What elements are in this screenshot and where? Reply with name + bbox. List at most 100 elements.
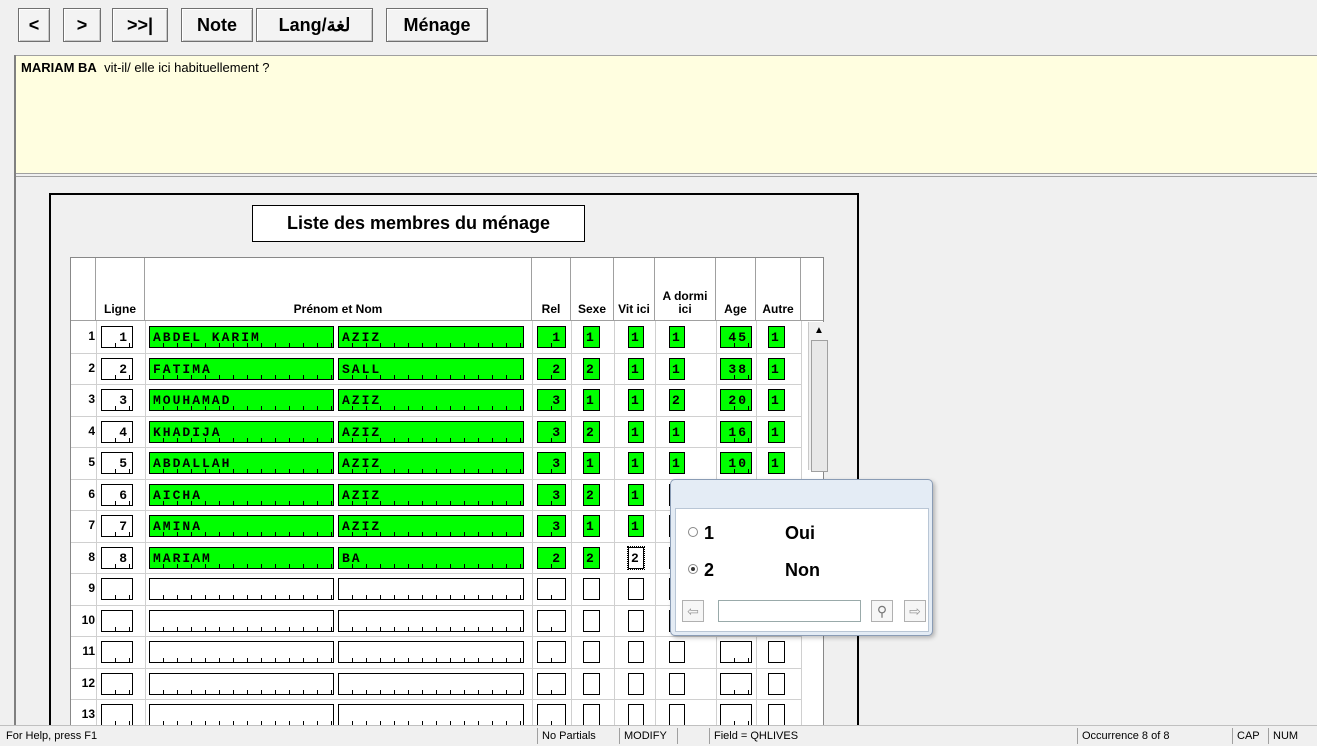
rel-field[interactable]: [537, 641, 566, 663]
nom-field[interactable]: [338, 704, 524, 726]
sexe-field[interactable]: [583, 578, 600, 600]
sexe-field[interactable]: [583, 704, 600, 726]
radio-icon[interactable]: [688, 527, 698, 538]
nom-field[interactable]: AZIZ: [338, 420, 524, 443]
rel-field[interactable]: [537, 704, 566, 726]
dormi-ici-field[interactable]: 1: [669, 357, 685, 380]
sexe-field[interactable]: [583, 609, 600, 632]
vit-ici-field[interactable]: [628, 609, 644, 632]
rel-field[interactable]: [537, 672, 566, 695]
prenom-field[interactable]: MOUHAMAD: [149, 389, 334, 411]
vit-ici-field[interactable]: [628, 704, 644, 726]
vit-ici-field[interactable]: [628, 672, 644, 695]
ligne-field[interactable]: 4: [101, 420, 133, 443]
vit-ici-field[interactable]: 1: [628, 483, 644, 506]
ligne-field[interactable]: [101, 672, 133, 695]
rel-field[interactable]: 3: [537, 389, 566, 411]
ligne-field[interactable]: [101, 609, 133, 632]
dormi-ici-field[interactable]: 2: [669, 389, 685, 411]
sexe-field[interactable]: 2: [583, 420, 600, 443]
sexe-field[interactable]: 2: [583, 357, 600, 380]
age-field[interactable]: 38: [720, 357, 752, 380]
sexe-field[interactable]: 1: [583, 515, 600, 537]
sexe-field[interactable]: [583, 672, 600, 695]
vit-ici-field[interactable]: 1: [628, 452, 644, 474]
dormi-ici-field[interactable]: [669, 672, 685, 695]
scroll-thumb[interactable]: [811, 340, 828, 472]
scroll-up-icon[interactable]: ▲: [811, 324, 827, 338]
dormi-ici-field[interactable]: 1: [669, 420, 685, 443]
autre-field[interactable]: [768, 672, 785, 695]
ligne-field[interactable]: 1: [101, 326, 133, 348]
nom-field[interactable]: [338, 641, 524, 663]
rel-field[interactable]: 2: [537, 357, 566, 380]
vit-ici-field[interactable]: [628, 641, 644, 663]
menage-button[interactable]: Ménage: [386, 8, 488, 42]
autre-field[interactable]: 1: [768, 326, 785, 348]
ligne-field[interactable]: 6: [101, 483, 133, 506]
dormi-ici-field[interactable]: [669, 641, 685, 663]
dormi-ici-field[interactable]: 1: [669, 326, 685, 348]
note-button[interactable]: Note: [181, 8, 253, 42]
age-field[interactable]: 16: [720, 420, 752, 443]
nom-field[interactable]: [338, 578, 524, 600]
sexe-field[interactable]: 1: [583, 452, 600, 474]
prenom-field[interactable]: [149, 672, 334, 695]
rel-field[interactable]: 3: [537, 420, 566, 443]
sexe-field[interactable]: 1: [583, 389, 600, 411]
vit-ici-field[interactable]: 1: [628, 326, 644, 348]
prenom-field[interactable]: [149, 641, 334, 663]
popup-back-icon[interactable]: ⇦: [682, 600, 704, 622]
vit-ici-field[interactable]: 2: [627, 545, 645, 570]
prenom-field[interactable]: AMINA: [149, 515, 334, 537]
sexe-field[interactable]: 2: [583, 483, 600, 506]
nom-field[interactable]: AZIZ: [338, 389, 524, 411]
autre-field[interactable]: 1: [768, 357, 785, 380]
autre-field[interactable]: 1: [768, 452, 785, 474]
rel-field[interactable]: 2: [537, 546, 566, 569]
autre-field[interactable]: [768, 704, 785, 726]
option-non[interactable]: 2 Non: [688, 560, 820, 581]
autre-field[interactable]: 1: [768, 420, 785, 443]
age-field[interactable]: [720, 704, 752, 726]
language-button[interactable]: Lang/لغة: [256, 8, 373, 42]
radio-selected-icon[interactable]: [688, 564, 698, 575]
prenom-field[interactable]: ABDALLAH: [149, 452, 334, 474]
prenom-field[interactable]: [149, 578, 334, 600]
vit-ici-field[interactable]: 1: [628, 389, 644, 411]
autre-field[interactable]: 1: [768, 389, 785, 411]
prenom-field[interactable]: [149, 704, 334, 726]
nom-field[interactable]: SALL: [338, 357, 524, 380]
nom-field[interactable]: [338, 672, 524, 695]
prenom-field[interactable]: [149, 609, 334, 632]
last-button[interactable]: >>|: [112, 8, 168, 42]
vit-ici-field[interactable]: 1: [628, 357, 644, 380]
nom-field[interactable]: AZIZ: [338, 452, 524, 474]
age-field[interactable]: 45: [720, 326, 752, 348]
prenom-field[interactable]: AICHA: [149, 483, 334, 506]
sexe-field[interactable]: 1: [583, 326, 600, 348]
nom-field[interactable]: AZIZ: [338, 483, 524, 506]
vit-ici-field[interactable]: 1: [628, 515, 644, 537]
ligne-field[interactable]: [101, 641, 133, 663]
autre-field[interactable]: [768, 641, 785, 663]
rel-field[interactable]: 1: [537, 326, 566, 348]
previous-button[interactable]: <: [18, 8, 50, 42]
next-button[interactable]: >: [63, 8, 101, 42]
ligne-field[interactable]: 3: [101, 389, 133, 411]
rel-field[interactable]: 3: [537, 452, 566, 474]
rel-field[interactable]: [537, 609, 566, 632]
vit-ici-field[interactable]: 1: [628, 420, 644, 443]
ligne-field[interactable]: [101, 578, 133, 600]
age-field[interactable]: 20: [720, 389, 752, 411]
ligne-field[interactable]: 5: [101, 452, 133, 474]
prenom-field[interactable]: FATIMA: [149, 357, 334, 380]
popup-forward-icon[interactable]: ⇨: [904, 600, 926, 622]
age-field[interactable]: 10: [720, 452, 752, 474]
prenom-field[interactable]: KHADIJA: [149, 420, 334, 443]
prenom-field[interactable]: ABDEL KARIM: [149, 326, 334, 348]
rel-field[interactable]: 3: [537, 515, 566, 537]
nom-field[interactable]: BA: [338, 546, 524, 569]
option-oui[interactable]: 1 Oui: [688, 523, 815, 544]
ligne-field[interactable]: [101, 704, 133, 726]
